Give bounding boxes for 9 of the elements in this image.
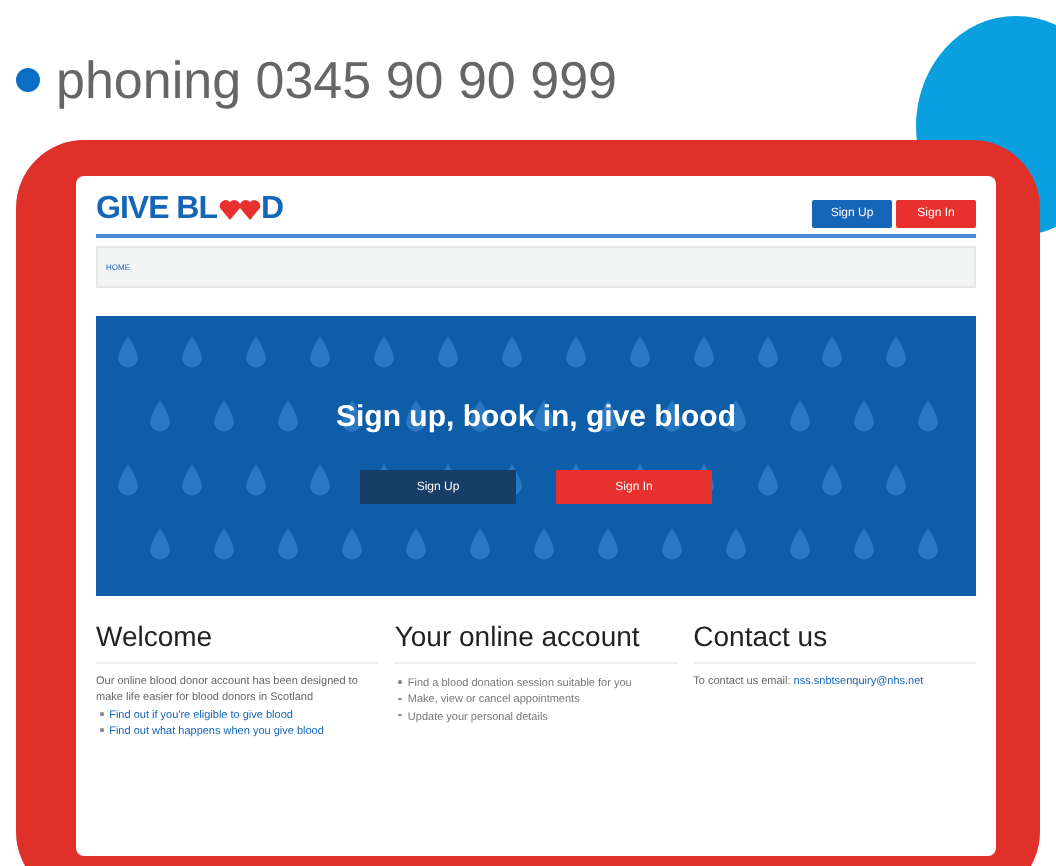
hero-title: Sign up, book in, give blood (336, 400, 736, 434)
column-heading: Your online account (394, 620, 678, 664)
bullet-dot (16, 68, 40, 92)
bullet-text: phoning 0345 90 90 999 (56, 49, 617, 111)
hearts-icon (217, 198, 262, 222)
column-heading: Welcome (96, 620, 379, 664)
logo-text: GIVE BL (96, 192, 218, 228)
logo-text: D (261, 192, 284, 228)
column-heading: Contact us (693, 620, 976, 664)
